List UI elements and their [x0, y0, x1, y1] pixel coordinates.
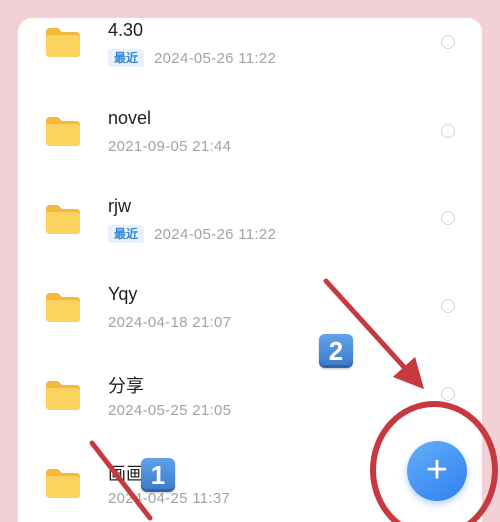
add-button[interactable]: + — [407, 441, 467, 501]
file-name: novel — [108, 108, 152, 128]
folder-icon — [46, 469, 80, 498]
file-name: 分享 — [108, 376, 144, 396]
file-date: 2024-04-25 11:37 — [108, 489, 231, 507]
file-date: 2024-05-26 11:22 — [154, 49, 277, 67]
select-radio[interactable] — [441, 299, 455, 313]
file-meta: 2021-09-05 21:44 — [108, 136, 231, 156]
step-marker-2: 2 — [319, 334, 353, 368]
file-meta: 最近 2024-05-26 11:22 — [108, 48, 276, 68]
file-date: 2024-05-26 11:22 — [154, 225, 277, 243]
folder-icon — [46, 205, 80, 234]
select-radio[interactable] — [441, 387, 455, 401]
folder-icon — [46, 117, 80, 146]
folder-icon — [46, 28, 80, 57]
file-list-panel: 4.30 最近 2024-05-26 11:22 novel 2021-09-0… — [18, 18, 482, 522]
file-name: Yqy — [108, 284, 138, 304]
recent-badge: 最近 — [108, 225, 145, 243]
list-item[interactable]: novel 2021-09-05 21:44 — [18, 106, 482, 194]
recent-badge: 最近 — [108, 49, 145, 67]
select-radio[interactable] — [441, 124, 455, 138]
folder-icon — [46, 381, 80, 410]
file-date: 2024-05-25 21:05 — [108, 401, 232, 419]
step-marker-1: 1 — [141, 458, 175, 492]
file-name: 画画 — [108, 464, 144, 484]
list-item[interactable]: 4.30 最近 2024-05-26 11:22 — [18, 18, 482, 106]
file-date: 2021-09-05 21:44 — [108, 137, 232, 155]
list-item[interactable]: rjw 最近 2024-05-26 11:22 — [18, 194, 482, 282]
folder-icon — [46, 293, 80, 322]
file-name: rjw — [108, 196, 131, 216]
file-date: 2024-04-18 21:07 — [108, 313, 232, 331]
file-meta: 2024-05-25 21:05 — [108, 400, 231, 420]
select-radio[interactable] — [441, 211, 455, 225]
file-name: 4.30 — [108, 20, 144, 40]
file-meta: 最近 2024-05-26 11:22 — [108, 224, 276, 244]
screenshot-stage: 4.30 最近 2024-05-26 11:22 novel 2021-09-0… — [0, 0, 500, 522]
list-item[interactable]: Yqy 2024-04-18 21:07 — [18, 282, 482, 370]
file-meta: 2024-04-18 21:07 — [108, 312, 231, 332]
select-radio[interactable] — [441, 35, 455, 49]
list-item[interactable]: 分享 2024-05-25 21:05 — [18, 370, 482, 458]
